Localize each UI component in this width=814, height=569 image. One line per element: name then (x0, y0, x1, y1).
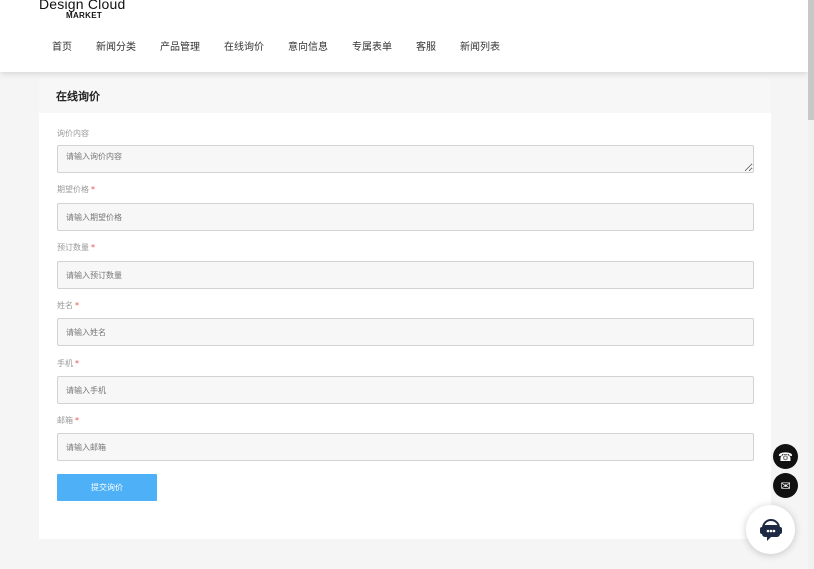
nav-item-products[interactable]: 产品管理 (160, 41, 200, 55)
nav-item-news-category[interactable]: 新闻分类 (96, 41, 136, 55)
price-input[interactable] (57, 203, 754, 231)
submit-inquiry-button[interactable]: 提交询价 (57, 474, 157, 501)
nav-item-intent[interactable]: 意向信息 (288, 41, 328, 55)
chat-icon (759, 518, 782, 541)
mail-icon: ✉ (780, 478, 791, 493)
quantity-label: 预订数量 * (57, 243, 95, 252)
scrollbar-thumb[interactable] (808, 0, 814, 120)
phone-float-button[interactable]: ☎ (773, 444, 798, 469)
logo-title: Design Cloud (39, 0, 126, 12)
required-mark: * (75, 416, 79, 425)
quantity-input[interactable] (57, 261, 754, 289)
phone-icon: ☎ (778, 449, 793, 464)
main-nav: 首页 新闻分类 产品管理 在线询价 意向信息 专属表单 客服 新闻列表 (52, 41, 524, 55)
inquiry-form-card: 在线询价 询价内容 期望价格* 预订数量* 姓名* 手机* 邮箱* 提交询价 (39, 78, 771, 539)
price-label: 期望价格 * (57, 185, 95, 194)
mail-float-button[interactable]: ✉ (773, 473, 798, 498)
required-mark: * (91, 243, 95, 252)
chat-service-button[interactable] (746, 505, 795, 554)
nav-item-news-list[interactable]: 新闻列表 (460, 41, 500, 55)
form-header: 在线询价 (39, 78, 771, 113)
name-label: 姓名 * (57, 301, 79, 310)
logo-subtitle: MARKET (66, 11, 103, 20)
phone-input[interactable] (57, 376, 754, 404)
phone-label: 手机 * (57, 359, 79, 368)
required-mark: * (91, 185, 95, 194)
page-scrollbar[interactable] (808, 0, 814, 569)
logo[interactable]: Design Cloud MARKET (39, 0, 125, 20)
content-textarea[interactable] (57, 145, 754, 173)
nav-item-service[interactable]: 客服 (416, 41, 436, 55)
email-label: 邮箱 * (57, 416, 79, 425)
content-label: 询价内容 (57, 129, 89, 138)
form-title: 在线询价 (56, 89, 100, 103)
required-mark: * (75, 359, 79, 368)
nav-item-home[interactable]: 首页 (52, 41, 72, 55)
nav-item-inquiry[interactable]: 在线询价 (224, 41, 264, 55)
email-input[interactable] (57, 433, 754, 461)
required-mark: * (75, 301, 79, 310)
nav-item-form[interactable]: 专属表单 (352, 41, 392, 55)
name-input[interactable] (57, 318, 754, 346)
site-header: Design Cloud MARKET 首页 新闻分类 产品管理 在线询价 意向… (0, 0, 808, 72)
